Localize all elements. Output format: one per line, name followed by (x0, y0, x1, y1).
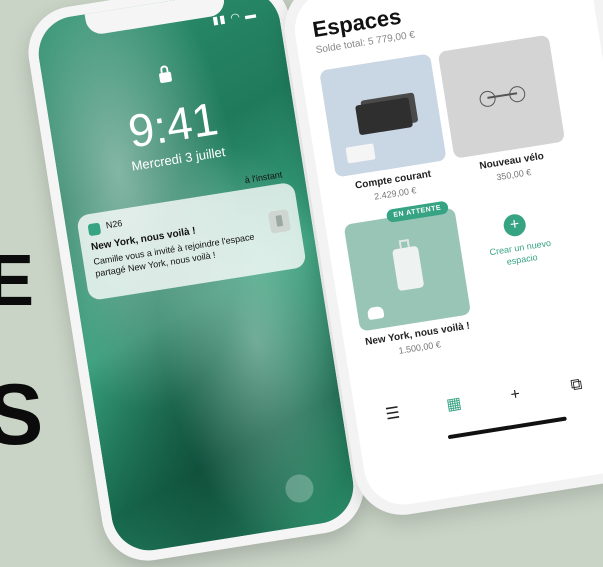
suitcase-thumbnail-icon (267, 208, 292, 234)
lock-icon (158, 71, 173, 84)
space-card-new-york[interactable]: EN ATTENTE (343, 200, 472, 332)
spaces-icon[interactable]: ▦ (441, 392, 466, 417)
n26-app-icon (87, 222, 102, 237)
add-space-label[interactable]: Crear un nuevo espacio (477, 235, 566, 272)
background-letter-e: E (0, 241, 35, 321)
phone-notch (84, 0, 227, 37)
home-indicator (447, 416, 567, 440)
pending-badge: EN ATTENTE (385, 200, 450, 224)
bank-cards-icon (355, 97, 414, 136)
camera-icon[interactable] (283, 472, 316, 505)
tab-bar: ☰ ▦ + ⧉ (372, 365, 603, 430)
bicycle-icon (478, 81, 527, 109)
notification-time: à l'instant (244, 169, 283, 186)
shared-people-icon (366, 305, 385, 321)
add-space-button[interactable]: + (502, 212, 528, 238)
space-card-nouveau-velo[interactable] (437, 34, 566, 159)
list-icon[interactable]: ☰ (380, 402, 405, 427)
cards-icon[interactable]: ⧉ (564, 373, 589, 398)
suitcase-icon (392, 245, 425, 292)
space-card-compte-courant[interactable] (319, 53, 447, 178)
notification-app-name: N26 (105, 218, 124, 231)
notification-card[interactable]: à l'instant N26 New York, nous voilà ! C… (76, 169, 307, 302)
white-card-icon (345, 143, 376, 164)
plus-icon[interactable]: + (503, 383, 528, 408)
background-letter-s: S (0, 367, 44, 463)
